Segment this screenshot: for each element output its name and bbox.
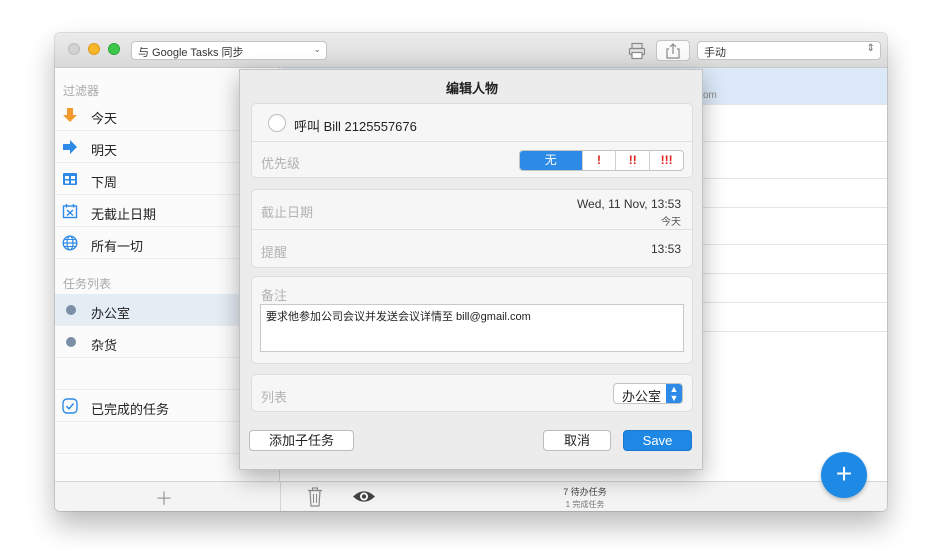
- share-icon: [666, 43, 680, 59]
- plus-icon: +: [835, 458, 853, 489]
- dialog-title: 编辑人物: [445, 81, 498, 96]
- sidebar-item-label: 下周: [91, 175, 118, 190]
- task-title-row: 呼叫 Bill 2125557676: [252, 104, 692, 141]
- task-card: 呼叫 Bill 2125557676 优先级 无 ! !! !!!: [251, 103, 693, 178]
- list-label: 列表: [261, 390, 288, 405]
- reminder-value: 13:53: [650, 242, 681, 256]
- sort-dropdown-label: 手动: [704, 47, 726, 59]
- maximize-window-button[interactable]: [108, 43, 120, 55]
- due-date-value: Wed, 11 Nov, 13:53: [576, 197, 681, 211]
- add-subtask-button[interactable]: 添加子任务: [249, 430, 354, 451]
- sync-dropdown-label: 与 Google Tasks 同步: [138, 47, 244, 59]
- sort-dropdown[interactable]: 手动 ⇕: [697, 41, 881, 60]
- sync-dropdown[interactable]: 与 Google Tasks 同步 ⌄: [131, 41, 327, 60]
- arrow-down-icon: [63, 108, 77, 122]
- sidebar-item-label: 今天: [91, 111, 118, 126]
- reminder-label: 提醒: [261, 245, 288, 260]
- share-button[interactable]: [656, 40, 690, 61]
- complete-checkbox[interactable]: [268, 114, 286, 132]
- cancel-button[interactable]: 取消: [543, 430, 611, 451]
- pending-count: 7 待办任务: [563, 487, 607, 497]
- priority-medium-button[interactable]: !!: [615, 151, 649, 170]
- chevron-down-icon: ⌄: [313, 44, 321, 54]
- sidebar-item-label: 杂货: [91, 338, 118, 353]
- task-counts: 7 待办任务 1 完成任务: [525, 485, 645, 510]
- calendar-x-icon: [62, 204, 78, 219]
- edit-task-dialog: 编辑人物 呼叫 Bill 2125557676 优先级 无 ! !! !!! 截…: [239, 69, 703, 470]
- calendar-week-icon: [63, 173, 77, 185]
- trash-icon[interactable]: [307, 487, 323, 507]
- print-button[interactable]: [623, 40, 649, 61]
- list-dropdown[interactable]: 办公室 ▲ ▼: [613, 383, 683, 404]
- arrow-right-icon: [63, 140, 77, 154]
- reminder-row[interactable]: 提醒 13:53: [252, 230, 692, 268]
- updown-chevron-icon: ⇕: [866, 43, 875, 54]
- minimize-window-button[interactable]: [88, 43, 100, 55]
- sidebar-item-label: 办公室: [91, 306, 131, 321]
- toolbar-divider: [280, 482, 281, 511]
- save-button[interactable]: Save: [623, 430, 692, 451]
- add-list-button[interactable]: ＋: [155, 485, 173, 511]
- sidebar-item-label: 无截止日期: [91, 207, 157, 222]
- lists-header: 任务列表: [63, 277, 112, 291]
- printer-icon: [628, 42, 646, 60]
- bottom-toolbar: ＋ 7 待办任务 1 完成任务: [55, 481, 887, 511]
- sidebar-item-label: 已完成的任务: [91, 402, 170, 417]
- notes-textarea[interactable]: 要求他参加公司会议并发送会议详情至 bill@gmail.com: [260, 304, 684, 352]
- priority-row: 优先级 无 ! !! !!!: [252, 142, 692, 178]
- date-card: 截止日期 Wed, 11 Nov, 13:53 今天 提醒 13:53: [251, 189, 693, 268]
- due-date-label: 截止日期: [261, 205, 314, 220]
- priority-label: 优先级: [261, 156, 301, 171]
- list-dropdown-value: 办公室: [622, 389, 662, 404]
- priority-none-button[interactable]: 无: [520, 151, 582, 170]
- notes-card: 备注 要求他参加公司会议并发送会议详情至 bill@gmail.com: [251, 276, 693, 364]
- priority-high-button[interactable]: !!!: [649, 151, 683, 170]
- task-title-field[interactable]: 呼叫 Bill 2125557676: [294, 116, 417, 135]
- priority-low-button[interactable]: !: [581, 151, 616, 170]
- completed-count: 1 完成任务: [565, 500, 605, 509]
- title-bar: 与 Google Tasks 同步 ⌄ 手动 ⇕: [55, 33, 887, 68]
- sidebar-item-label: 所有一切: [91, 239, 144, 254]
- list-color-dot: [66, 305, 76, 315]
- sidebar-item-label: 明天: [91, 143, 118, 158]
- updown-chevron-icon: ▲ ▼: [666, 384, 682, 403]
- add-task-button[interactable]: +: [821, 452, 867, 498]
- due-date-relative: 今天: [661, 217, 681, 228]
- filters-header: 过滤器: [63, 84, 100, 98]
- checkmark-circle-icon: [62, 398, 78, 414]
- list-card: 列表 办公室 ▲ ▼: [251, 374, 693, 412]
- priority-segmented-control: 无 ! !! !!!: [519, 150, 684, 171]
- notes-label: 备注: [261, 288, 288, 303]
- list-color-dot: [66, 337, 76, 347]
- close-window-button[interactable]: [68, 43, 80, 55]
- globe-icon: [62, 235, 78, 251]
- task-row-text: om: [703, 90, 717, 101]
- due-date-row[interactable]: 截止日期 Wed, 11 Nov, 13:53 今天: [252, 190, 692, 229]
- eye-icon[interactable]: [352, 489, 376, 504]
